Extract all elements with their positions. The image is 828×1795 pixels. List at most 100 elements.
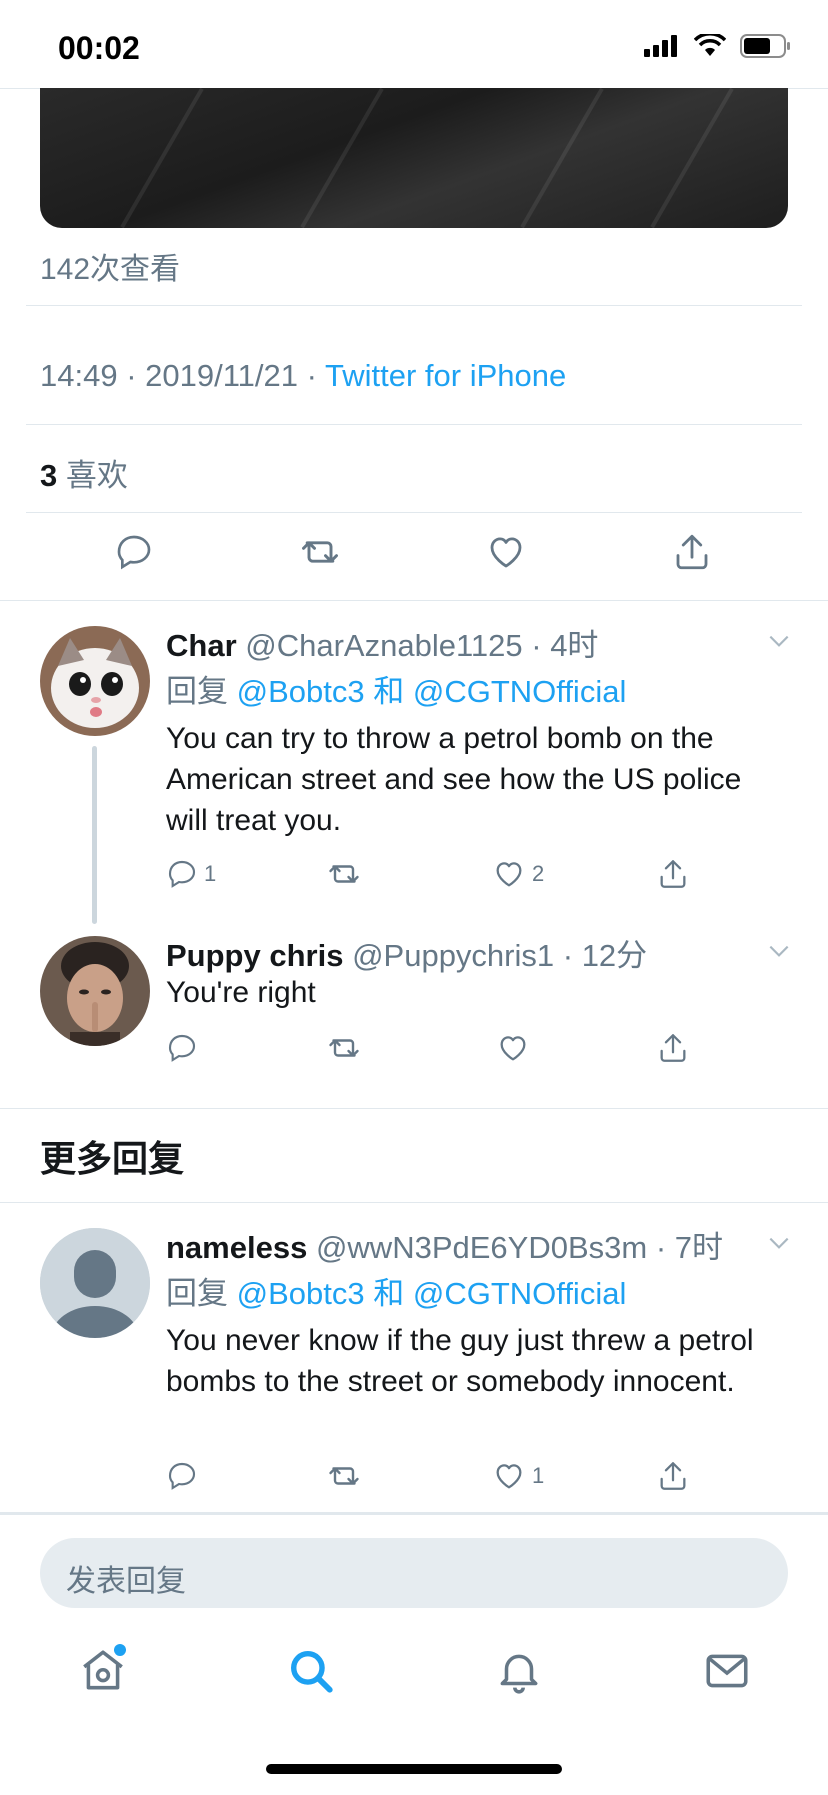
compose-placeholder: 发表回复 — [66, 1565, 186, 1598]
likes-label: 喜欢 — [65, 458, 128, 493]
person-avatar-image — [40, 936, 150, 1046]
like-button[interactable]: 1 — [492, 1458, 544, 1494]
retweet-button[interactable] — [326, 1458, 362, 1494]
reply-prefix: 回复 — [166, 674, 228, 709]
divider — [0, 1202, 828, 1203]
reply-button[interactable]: 1 — [166, 856, 216, 892]
home-indicator — [266, 1764, 562, 1774]
share-button[interactable] — [670, 530, 714, 574]
mention-conjunction: 和 — [373, 674, 405, 709]
chevron-down-icon[interactable] — [766, 628, 792, 654]
divider — [26, 512, 802, 513]
reply-text: You never know if the guy just threw a p… — [166, 1324, 754, 1398]
mention-link[interactable]: @CGTNOfficial — [413, 1276, 626, 1311]
likes-summary[interactable]: 3 喜欢 — [40, 450, 128, 495]
reply-actions — [166, 1030, 726, 1070]
mention-link[interactable]: @CGTNOfficial — [413, 674, 626, 709]
avatar-nameless[interactable] — [40, 1228, 150, 1338]
retweet-icon — [329, 1039, 359, 1057]
reply-text: You can try to throw a petrol bomb on th… — [166, 722, 742, 837]
reply-icon — [117, 535, 151, 570]
likes-count: 3 — [40, 458, 58, 493]
reply-author-handle[interactable]: @CharAznable1125 — [245, 628, 522, 663]
default-avatar-icon — [40, 1228, 150, 1338]
reply-to-line: 回复 @Bobtc3 和 @CGTNOfficial — [166, 666, 626, 711]
chevron-down-icon[interactable] — [766, 938, 792, 964]
tweet-action-bar — [0, 530, 828, 590]
retweet-button[interactable] — [326, 1030, 362, 1066]
reply-time: 7时 — [674, 1230, 724, 1265]
reply-actions: 1 2 — [166, 856, 726, 896]
search-icon — [290, 1650, 333, 1693]
signal-icon — [644, 35, 677, 57]
reply-author-handle[interactable]: @wwN3PdE6YD0Bs3m — [316, 1230, 647, 1265]
reply-icon — [168, 1462, 196, 1490]
like-icon — [500, 1036, 526, 1061]
status-time: 00:02 — [58, 30, 140, 66]
tweet-media[interactable] — [40, 88, 788, 228]
reply-author-name[interactable]: nameless — [166, 1230, 307, 1265]
home-notification-dot — [114, 1644, 126, 1656]
reply-button[interactable] — [166, 1458, 198, 1494]
share-icon — [660, 1034, 686, 1062]
share-button[interactable] — [656, 856, 690, 892]
reply-header: Char @CharAznable1125 · 4时 — [166, 628, 599, 663]
reply-compose-input[interactable]: 发表回复 — [40, 1538, 788, 1608]
reply-actions: 1 — [166, 1458, 726, 1498]
share-icon — [660, 860, 686, 888]
divider — [26, 424, 802, 425]
like-button[interactable] — [496, 1030, 530, 1066]
reply-button[interactable] — [166, 1030, 198, 1066]
mention-link[interactable]: @Bobtc3 — [237, 674, 365, 709]
retweet-icon — [329, 865, 359, 883]
reply-time: 4时 — [550, 628, 599, 663]
reply-to-line: 回复 @Bobtc3 和 @CGTNOfficial — [166, 1268, 626, 1313]
like-button[interactable]: 2 — [492, 856, 544, 892]
tweet-meta: 14:49 · 2019/11/21 · Twitter for iPhone — [40, 358, 567, 393]
tweet-source-link[interactable]: Twitter for iPhone — [325, 358, 566, 393]
avatar-puppy-chris[interactable] — [40, 936, 150, 1046]
status-icons — [644, 34, 792, 58]
divider — [0, 600, 828, 601]
cat-avatar-image — [40, 626, 150, 736]
reply-icon — [168, 1034, 196, 1062]
avatar-char[interactable] — [40, 626, 150, 736]
like-icon — [490, 537, 522, 568]
divider — [26, 305, 802, 306]
reply-author-name[interactable]: Puppy chris — [166, 938, 343, 973]
reply-header: Puppy chris @Puppychris1 · 12分 — [166, 938, 648, 973]
share-icon — [676, 534, 708, 570]
view-count: 142次查看 — [40, 253, 181, 286]
retweet-button[interactable] — [326, 856, 362, 892]
like-button[interactable] — [484, 530, 528, 574]
reply-time: 12分 — [581, 938, 648, 973]
reply-text: You're right — [166, 976, 316, 1009]
reply-count: 1 — [204, 861, 217, 886]
reply-header: nameless @wwN3PdE6YD0Bs3m · 7时 — [166, 1230, 724, 1265]
reply-icon — [168, 860, 196, 888]
battery-icon — [740, 34, 790, 58]
retweet-icon — [302, 541, 338, 563]
mention-link[interactable]: @Bobtc3 — [237, 1276, 365, 1311]
tweet-time: 14:49 — [40, 358, 118, 393]
chevron-down-icon[interactable] — [766, 1230, 792, 1256]
like-icon — [496, 862, 522, 887]
tweet-date: 2019/11/21 — [145, 358, 298, 393]
reply-author-handle[interactable]: @Puppychris1 — [352, 938, 554, 973]
tab-search[interactable] — [284, 1644, 338, 1698]
retweet-button[interactable] — [298, 530, 342, 574]
tab-messages[interactable] — [700, 1644, 754, 1698]
thread-line — [92, 746, 97, 924]
reply-author-name[interactable]: Char — [166, 628, 237, 663]
like-count: 1 — [532, 1463, 545, 1488]
status-bar: 00:02 — [0, 0, 828, 89]
mention-conjunction: 和 — [373, 1276, 405, 1311]
share-button[interactable] — [656, 1030, 690, 1066]
reply-button[interactable] — [112, 530, 156, 574]
share-button[interactable] — [656, 1458, 690, 1494]
mail-icon — [706, 1654, 748, 1688]
share-icon — [660, 1462, 686, 1490]
retweet-icon — [329, 1467, 359, 1485]
reply-prefix: 回复 — [166, 1276, 228, 1311]
tab-notifications[interactable] — [492, 1644, 546, 1698]
